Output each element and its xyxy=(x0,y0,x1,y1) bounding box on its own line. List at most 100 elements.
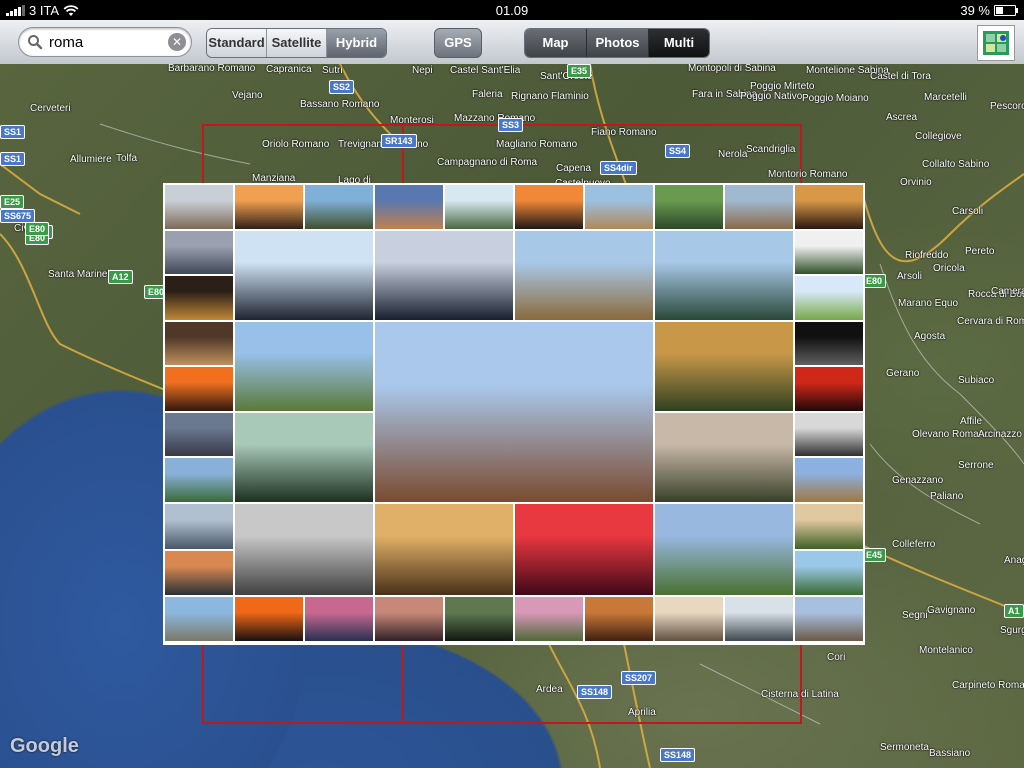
roman-ruins-panorama-photo[interactable] xyxy=(375,322,653,502)
place-label: Nepi xyxy=(412,65,433,76)
purple-sunset-photo[interactable] xyxy=(305,597,373,641)
place-label: Aprilia xyxy=(628,707,656,718)
city-aerial-bw-photo[interactable] xyxy=(235,504,373,595)
pond-reflection-photo[interactable] xyxy=(445,597,513,641)
lone-tree-photo[interactable] xyxy=(795,276,863,320)
place-label: Pereto xyxy=(965,246,995,257)
lake-dusk-photo[interactable] xyxy=(165,413,233,456)
flowering-path-photo[interactable] xyxy=(515,597,583,641)
villa-garden-photo[interactable] xyxy=(235,322,373,411)
arcade-columns-photo[interactable] xyxy=(655,597,723,641)
castle-tower-sunset-photo[interactable] xyxy=(655,322,793,411)
pink-dusk-photo[interactable] xyxy=(375,597,443,641)
misty-lake-photo[interactable] xyxy=(165,231,233,274)
place-label: Subiaco xyxy=(958,375,995,386)
hill-town-photo[interactable] xyxy=(795,597,863,641)
streetlamp-sunset-photo[interactable] xyxy=(235,185,303,229)
clear-search-icon[interactable]: ✕ xyxy=(168,33,186,51)
stone-buildings-photo[interactable] xyxy=(725,185,793,229)
calla-lily-photo[interactable] xyxy=(795,231,863,274)
place-label: Riofreddo xyxy=(905,250,949,261)
place-label: Oricola xyxy=(933,263,965,274)
airplane-photo[interactable] xyxy=(165,185,233,229)
map-type-satellite-button[interactable]: Satellite xyxy=(267,29,327,57)
place-label: Carsoli xyxy=(952,206,984,217)
boat-sunset-photo[interactable] xyxy=(165,367,233,411)
road-shield: A12 xyxy=(108,270,133,284)
tornado-sea-photo[interactable] xyxy=(725,597,793,641)
waterfall-photo[interactable] xyxy=(445,185,513,229)
red-sky-photo[interactable] xyxy=(795,367,863,411)
gps-button[interactable]: GPS xyxy=(434,28,482,58)
view-mode-multi-button[interactable]: Multi xyxy=(649,29,709,57)
bare-tree-bw-photo[interactable] xyxy=(795,413,863,456)
map-type-standard-button[interactable]: Standard xyxy=(207,29,267,57)
road-shield: A1 xyxy=(1004,604,1024,618)
tree-alley-photo[interactable] xyxy=(655,413,793,502)
place-label: Serrone xyxy=(958,460,994,471)
map-type-hybrid-button[interactable]: Hybrid xyxy=(327,29,386,57)
place-label: Castel di Tora xyxy=(870,71,931,82)
place-label: Montopoli di Sabina xyxy=(688,64,776,74)
gallery-ceiling-photo[interactable] xyxy=(375,504,513,595)
search-input[interactable] xyxy=(47,31,171,53)
road-shield: SS207 xyxy=(621,671,657,685)
island-coast-photo[interactable] xyxy=(165,458,233,502)
city-night-photo[interactable] xyxy=(165,276,233,320)
search-field[interactable]: ✕ xyxy=(18,27,192,57)
harbor-boats-photo[interactable] xyxy=(165,551,233,595)
place-label: Camerata Nuova xyxy=(991,286,1024,297)
place-label: Sgurgola xyxy=(1000,625,1024,636)
place-label: Campagnano di Roma xyxy=(437,157,538,168)
sunset-horizon-photo[interactable] xyxy=(515,185,583,229)
place-label: Ascrea xyxy=(886,112,918,123)
place-label: Anagni xyxy=(1004,555,1024,566)
canal-reflection-photo[interactable] xyxy=(795,551,863,595)
status-bar: 3 ITA 01.09 39 % xyxy=(0,0,1024,20)
forest-waterfall-photo[interactable] xyxy=(655,185,723,229)
place-label: Monterosi xyxy=(390,115,434,126)
colosseum-photo[interactable] xyxy=(585,185,653,229)
place-label: Bassiano xyxy=(929,748,971,759)
neon-arches-photo[interactable] xyxy=(515,504,653,595)
place-label: Genazzano xyxy=(892,475,944,486)
app-logo-icon[interactable] xyxy=(977,25,1015,61)
pantheon-oculus-photo[interactable] xyxy=(375,231,513,320)
sunset-sea-photo[interactable] xyxy=(235,597,303,641)
road-shield: SS2 xyxy=(329,80,355,94)
restaurant-terrace-photo[interactable] xyxy=(165,322,233,365)
aqueduct-photo[interactable] xyxy=(655,504,793,595)
place-label: Nerola xyxy=(718,149,748,160)
umbrella-pines-photo[interactable] xyxy=(795,504,863,549)
place-label: Affile xyxy=(960,416,983,427)
place-label: Arsoli xyxy=(897,271,923,282)
view-mode-photos-button[interactable]: Photos xyxy=(587,29,649,57)
place-label: Vejano xyxy=(232,90,263,101)
place-label: Oriolo Romano xyxy=(262,139,330,150)
river-bridge-photo[interactable] xyxy=(655,231,793,320)
place-label: Faleria xyxy=(472,89,503,100)
wet-street-night-photo[interactable] xyxy=(795,322,863,365)
place-label: Paliano xyxy=(930,491,964,502)
place-label: Allumiere xyxy=(70,154,112,165)
place-label: Rignano Flaminio xyxy=(511,91,589,102)
garden-pond-photo[interactable] xyxy=(235,413,373,502)
road-shield: SS148 xyxy=(660,748,696,762)
candlelit-room-photo[interactable] xyxy=(795,185,863,229)
place-label: Pescorocchiano xyxy=(990,101,1024,112)
place-label: Carpineto Romano xyxy=(952,680,1024,691)
place-label: Marano Equo xyxy=(898,298,959,309)
obelisk-square-photo[interactable] xyxy=(235,231,373,320)
pampas-grass-photo[interactable] xyxy=(305,185,373,229)
city-dusk-photo[interactable] xyxy=(375,185,443,229)
place-label: Collegiove xyxy=(915,131,962,142)
road-shield: SS1 xyxy=(0,125,26,139)
place-label: Orvinio xyxy=(900,177,932,188)
airplane-sky-photo[interactable] xyxy=(165,504,233,549)
view-mode-map-button[interactable]: Map xyxy=(525,29,587,57)
sphere-sculpture-photo[interactable] xyxy=(515,231,653,320)
autumn-park-photo[interactable] xyxy=(585,597,653,641)
seaside-town-photo[interactable] xyxy=(165,597,233,641)
hilltop-village-photo[interactable] xyxy=(795,458,863,502)
place-label: Sutri xyxy=(322,65,343,76)
